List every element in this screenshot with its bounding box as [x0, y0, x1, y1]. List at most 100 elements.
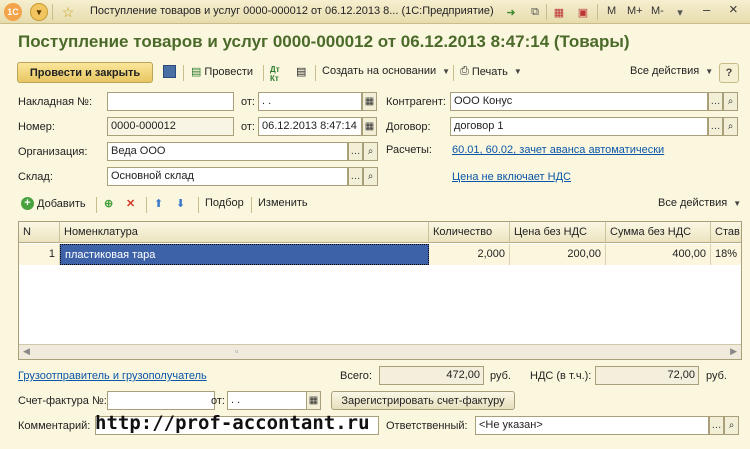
warehouse-field[interactable]: Основной склад [107, 167, 348, 186]
select-ellipsis-icon[interactable]: … [708, 92, 723, 111]
all-actions-button[interactable]: Все действия ▼ [630, 65, 713, 77]
select-ellipsis-icon[interactable]: … [709, 416, 724, 435]
contract-label: Договор: [386, 121, 431, 133]
calendar-icon[interactable]: ▦ [306, 391, 321, 410]
invoice-label: Накладная №: [18, 96, 93, 108]
responsible-label: Ответственный: [386, 420, 468, 432]
invoice-number-field[interactable] [107, 92, 234, 111]
contract-field[interactable]: договор 1 [450, 117, 708, 136]
arrow-down-icon[interactable]: ⬇ [176, 197, 185, 210]
save-icon [163, 65, 176, 78]
table-all-actions-button[interactable]: Все действия ▼ [658, 197, 741, 209]
number-field[interactable]: 0000-000012 [107, 117, 234, 136]
invoice-sf-field[interactable] [107, 391, 215, 410]
calendar-icon[interactable]: ▣ [575, 4, 591, 20]
create-based-on-button[interactable]: Создать на основании ▼ [322, 65, 450, 77]
organization-field[interactable]: Веда ООО [107, 142, 348, 161]
number-label: Номер: [18, 121, 55, 133]
calendar-icon[interactable]: ▦ [362, 92, 377, 111]
add-icon: + [21, 197, 34, 210]
main-menu-icon[interactable]: ▾ [30, 3, 48, 21]
delete-icon[interactable]: ✕ [126, 197, 135, 210]
separator [146, 197, 147, 213]
total-label: Всего: [340, 370, 372, 382]
counterparty-field[interactable]: ООО Конус [450, 92, 708, 111]
column-header-n[interactable]: N [19, 222, 60, 243]
number-date-label: от: [241, 121, 255, 133]
column-header-item[interactable]: Номенклатура [60, 222, 429, 243]
select-ellipsis-icon[interactable]: … [348, 142, 363, 161]
post-button[interactable]: ▤ Провести [191, 65, 253, 79]
scroll-thumb-icon[interactable]: ▫ [235, 346, 238, 356]
cell-sum[interactable]: 400,00 [606, 244, 711, 265]
invoice-date-field[interactable]: . . [258, 92, 362, 111]
scroll-right-icon[interactable]: ▶ [730, 346, 737, 357]
cell-n[interactable]: 1 [19, 244, 60, 265]
scroll-left-icon[interactable]: ◀ [23, 346, 30, 357]
cell-rate[interactable]: 18% [711, 244, 741, 265]
horizontal-scrollbar[interactable]: ◀ ▫ ▶ [19, 344, 741, 359]
settlements-label: Расчеты: [386, 144, 432, 156]
link-icon[interactable]: ⧉ [527, 4, 543, 20]
separator [198, 197, 199, 213]
settlements-link[interactable]: 60.01, 60.02, зачет аванса автоматически [452, 144, 664, 156]
memory-button[interactable]: M [607, 5, 616, 17]
close-button[interactable]: × [729, 1, 738, 18]
search-icon[interactable]: ⌕ [363, 167, 378, 186]
memory-plus-button[interactable]: M+ [627, 5, 643, 17]
consignor-link[interactable]: Грузоотправитель и грузополучатель [18, 370, 207, 382]
cell-item[interactable]: пластиковая тара [60, 244, 429, 265]
search-icon[interactable]: ⌕ [723, 117, 738, 136]
register-invoice-button[interactable]: Зарегистрировать счет-фактуру [331, 391, 515, 410]
vat-label: НДС (в т.ч.): [530, 370, 592, 382]
structure-icon[interactable]: ▤ [296, 65, 306, 78]
add-row-button[interactable]: + Добавить [21, 197, 86, 210]
minimize-button[interactable]: – [703, 2, 710, 17]
cell-price[interactable]: 200,00 [510, 244, 606, 265]
total-currency: руб. [490, 370, 511, 382]
select-ellipsis-icon[interactable]: … [348, 167, 363, 186]
vat-mode-link[interactable]: Цена не включает НДС [452, 171, 571, 183]
search-icon[interactable]: ⌕ [363, 142, 378, 161]
post-and-close-button[interactable]: Провести и закрыть [17, 62, 153, 83]
column-header-quantity[interactable]: Количество [429, 222, 510, 243]
search-icon[interactable]: ⌕ [723, 92, 738, 111]
window-title: Поступление товаров и услуг 0000-000012 … [90, 5, 494, 17]
chevron-down-icon[interactable]: ▾ [672, 4, 688, 20]
responsible-field[interactable]: <Не указан> [475, 416, 709, 435]
search-icon[interactable]: ⌕ [724, 416, 739, 435]
app-logo-icon[interactable]: 1С [4, 3, 22, 21]
column-header-price[interactable]: Цена без НДС [510, 222, 606, 243]
invoice-sf-label: Счет-фактура №: [18, 395, 107, 407]
memory-minus-button[interactable]: M- [651, 5, 664, 17]
chevron-down-icon: ▼ [705, 66, 714, 76]
total-field: 472,00 [379, 366, 484, 385]
select-ellipsis-icon[interactable]: … [708, 117, 723, 136]
back-arrow-icon[interactable]: ➜ [503, 4, 519, 20]
arrow-up-icon[interactable]: ⬆ [154, 197, 163, 210]
column-header-rate[interactable]: Став [711, 222, 741, 243]
separator [546, 4, 547, 20]
vat-field: 72,00 [595, 366, 699, 385]
counterparty-label: Контрагент: [386, 96, 446, 108]
change-button[interactable]: Изменить [258, 197, 308, 209]
help-button[interactable]: ? [719, 63, 739, 83]
separator [315, 65, 316, 81]
print-button[interactable]: ⎙ Печать ▼ [460, 65, 522, 78]
calculator-icon[interactable]: ▦ [551, 4, 567, 20]
number-date-field[interactable]: 06.12.2013 8:47:14 [258, 117, 362, 136]
post-icon: ▤ [191, 66, 202, 78]
copy-row-icon[interactable]: ⊕ [104, 197, 113, 210]
invoice-from-label: от: [241, 96, 255, 108]
chevron-down-icon: ▼ [442, 66, 451, 76]
cell-quantity[interactable]: 2,000 [429, 244, 510, 265]
chevron-down-icon: ▼ [733, 198, 742, 208]
goods-table[interactable]: N Номенклатура Количество Цена без НДС С… [18, 221, 742, 360]
column-header-sum[interactable]: Сумма без НДС [606, 222, 711, 243]
dt-kt-icon[interactable]: Дт Кт [270, 65, 280, 83]
selection-button[interactable]: Подбор [205, 197, 244, 209]
star-icon[interactable]: ☆ [60, 4, 76, 20]
save-button[interactable] [163, 65, 176, 78]
organization-label: Организация: [18, 146, 88, 158]
calendar-icon[interactable]: ▦ [362, 117, 377, 136]
